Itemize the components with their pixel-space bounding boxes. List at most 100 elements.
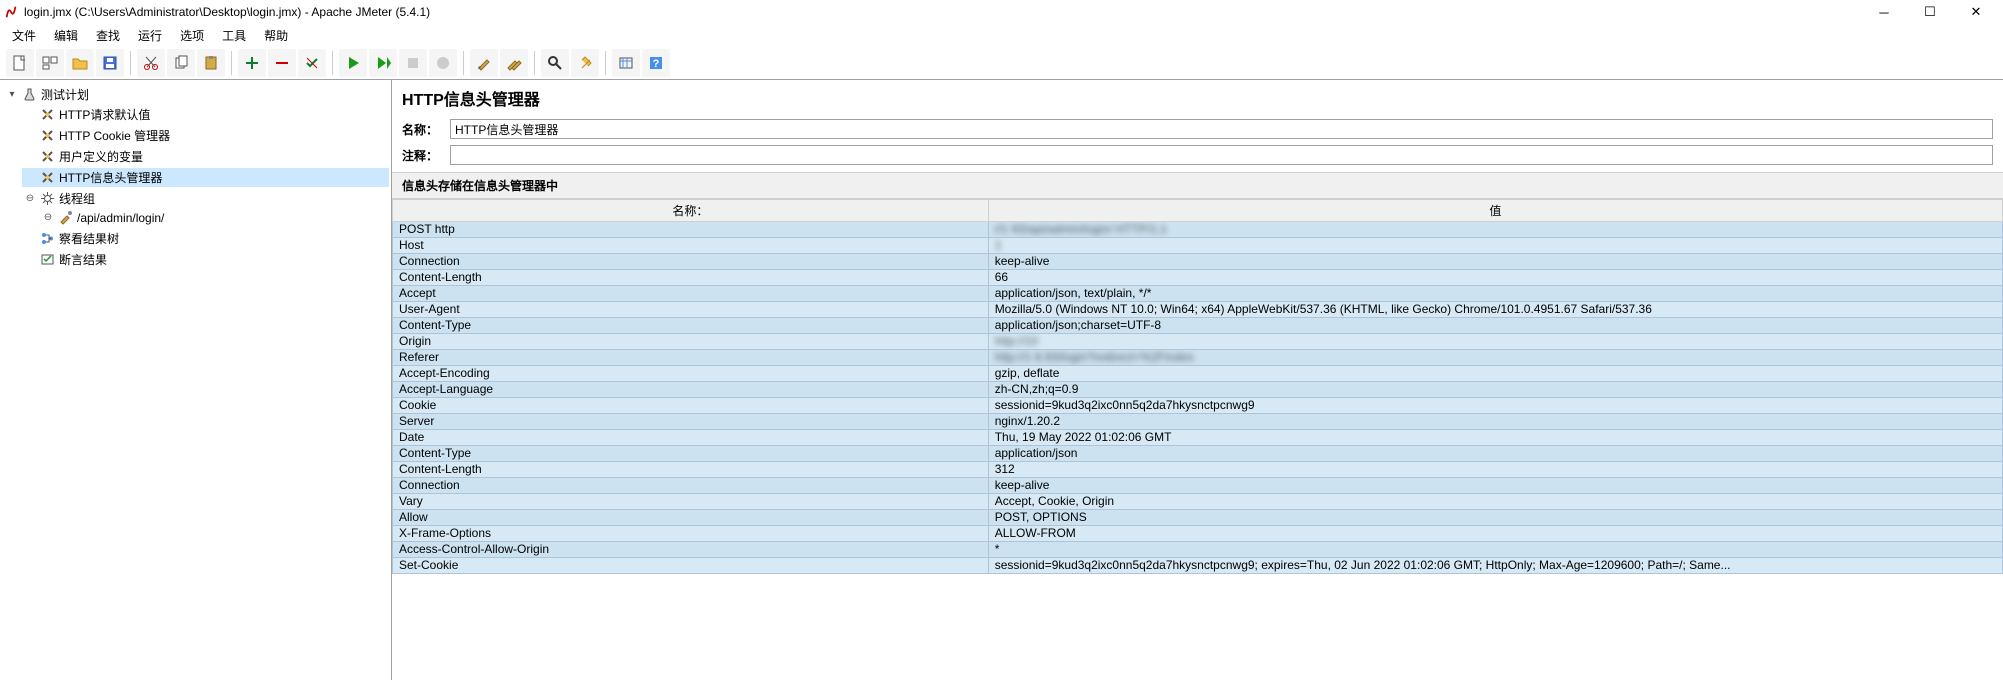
maximize-button[interactable]: ☐ — [1907, 0, 1953, 24]
cell-value[interactable]: keep-alive — [988, 478, 2002, 494]
cell-value[interactable]: 1 — [988, 238, 2002, 254]
clear-all-button[interactable] — [500, 49, 528, 77]
tree-root[interactable]: ▾测试计划 — [4, 85, 389, 104]
menu-运行[interactable]: 运行 — [130, 25, 170, 46]
cell-value[interactable]: 66 — [988, 270, 2002, 286]
table-row[interactable]: User-AgentMozilla/5.0 (Windows NT 10.0; … — [393, 302, 2003, 318]
cell-name[interactable]: User-Agent — [393, 302, 989, 318]
table-row[interactable]: Content-Typeapplication/json — [393, 446, 2003, 462]
templates-button[interactable] — [36, 49, 64, 77]
cell-name[interactable]: Connection — [393, 254, 989, 270]
menu-查找[interactable]: 查找 — [88, 25, 128, 46]
table-row[interactable]: Host1 — [393, 238, 2003, 254]
cell-name[interactable]: X-Frame-Options — [393, 526, 989, 542]
start-button[interactable] — [339, 49, 367, 77]
tree-item[interactable]: ⊖线程组 — [22, 189, 389, 208]
cell-value[interactable]: application/json;charset=UTF-8 — [988, 318, 2002, 334]
cell-value[interactable]: application/json — [988, 446, 2002, 462]
cell-name[interactable]: Origin — [393, 334, 989, 350]
table-row[interactable]: DateThu, 19 May 2022 01:02:06 GMT — [393, 430, 2003, 446]
stop-button[interactable] — [399, 49, 427, 77]
table-row[interactable]: Connectionkeep-alive — [393, 254, 2003, 270]
save-button[interactable] — [96, 49, 124, 77]
table-row[interactable]: Cookiesessionid=9kud3q2ixc0nn5q2da7hkysn… — [393, 398, 2003, 414]
expand-button[interactable] — [238, 49, 266, 77]
cell-name[interactable]: Accept — [393, 286, 989, 302]
collapse-button[interactable] — [268, 49, 296, 77]
table-row[interactable]: Access-Control-Allow-Origin* — [393, 542, 2003, 558]
cell-name[interactable]: Content-Length — [393, 270, 989, 286]
headers-table[interactable]: 名称： 值 POST http//1 93/api/admin/login/ H… — [392, 199, 2003, 574]
tree-twisty[interactable]: ⊖ — [24, 193, 36, 204]
cell-name[interactable]: Accept-Encoding — [393, 366, 989, 382]
cell-name[interactable]: Allow — [393, 510, 989, 526]
tree-item[interactable]: 断言结果 — [22, 250, 389, 269]
tree-item[interactable]: 察看结果树 — [22, 229, 389, 248]
col-name[interactable]: 名称： — [393, 200, 989, 222]
cell-name[interactable]: Vary — [393, 494, 989, 510]
minimize-button[interactable]: ─ — [1861, 0, 1907, 24]
open-button[interactable] — [66, 49, 94, 77]
menu-文件[interactable]: 文件 — [4, 25, 44, 46]
cell-value[interactable]: http://10 — [988, 334, 2002, 350]
col-value[interactable]: 值 — [988, 200, 2002, 222]
table-row[interactable]: X-Frame-OptionsALLOW-FROM — [393, 526, 2003, 542]
tree-item[interactable]: HTTP请求默认值 — [22, 105, 389, 124]
menu-帮助[interactable]: 帮助 — [256, 25, 296, 46]
function-helper-button[interactable] — [612, 49, 640, 77]
cut-button[interactable] — [137, 49, 165, 77]
cell-value[interactable]: http://1 6.93/login?redirect=%2Findex — [988, 350, 2002, 366]
search-button[interactable] — [541, 49, 569, 77]
tree-item[interactable]: HTTP信息头管理器 — [22, 168, 389, 187]
cell-value[interactable]: nginx/1.20.2 — [988, 414, 2002, 430]
cell-value[interactable]: zh-CN,zh;q=0.9 — [988, 382, 2002, 398]
cell-name[interactable]: Connection — [393, 478, 989, 494]
menu-工具[interactable]: 工具 — [214, 25, 254, 46]
table-row[interactable]: Accept-Languagezh-CN,zh;q=0.9 — [393, 382, 2003, 398]
cell-name[interactable]: POST http — [393, 222, 989, 238]
cell-name[interactable]: Server — [393, 414, 989, 430]
new-button[interactable] — [6, 49, 34, 77]
copy-button[interactable] — [167, 49, 195, 77]
cell-value[interactable]: application/json, text/plain, */* — [988, 286, 2002, 302]
cell-name[interactable]: Accept-Language — [393, 382, 989, 398]
help-button[interactable]: ? — [642, 49, 670, 77]
cell-value[interactable]: * — [988, 542, 2002, 558]
tree-item[interactable]: 用户定义的变量 — [22, 147, 389, 166]
table-row[interactable]: AllowPOST, OPTIONS — [393, 510, 2003, 526]
table-row[interactable]: Servernginx/1.20.2 — [393, 414, 2003, 430]
shutdown-button[interactable] — [429, 49, 457, 77]
table-row[interactable]: Set-Cookiesessionid=9kud3q2ixc0nn5q2da7h… — [393, 558, 2003, 574]
menu-选项[interactable]: 选项 — [172, 25, 212, 46]
table-row[interactable]: Content-Length312 — [393, 462, 2003, 478]
cell-value[interactable]: Accept, Cookie, Origin — [988, 494, 2002, 510]
cell-value[interactable]: keep-alive — [988, 254, 2002, 270]
cell-value[interactable]: POST, OPTIONS — [988, 510, 2002, 526]
cell-name[interactable]: Host — [393, 238, 989, 254]
table-row[interactable]: Originhttp://10 — [393, 334, 2003, 350]
cell-name[interactable]: Referer — [393, 350, 989, 366]
cell-value[interactable]: //1 93/api/admin/login/ HTTP/1.1 — [988, 222, 2002, 238]
cell-name[interactable]: Set-Cookie — [393, 558, 989, 574]
table-row[interactable]: Content-Length66 — [393, 270, 2003, 286]
cell-name[interactable]: Content-Type — [393, 446, 989, 462]
toggle-button[interactable] — [298, 49, 326, 77]
cell-name[interactable]: Content-Length — [393, 462, 989, 478]
cell-value[interactable]: 312 — [988, 462, 2002, 478]
start-no-timers-button[interactable] — [369, 49, 397, 77]
cell-value[interactable]: Thu, 19 May 2022 01:02:06 GMT — [988, 430, 2002, 446]
menu-编辑[interactable]: 编辑 — [46, 25, 86, 46]
table-row[interactable]: POST http//1 93/api/admin/login/ HTTP/1.… — [393, 222, 2003, 238]
table-row[interactable]: VaryAccept, Cookie, Origin — [393, 494, 2003, 510]
cell-value[interactable]: ALLOW-FROM — [988, 526, 2002, 542]
table-row[interactable]: Connectionkeep-alive — [393, 478, 2003, 494]
tree-item[interactable]: ⊖/api/admin/login/ — [40, 209, 389, 226]
cell-name[interactable]: Date — [393, 430, 989, 446]
reset-search-button[interactable] — [571, 49, 599, 77]
cell-name[interactable]: Content-Type — [393, 318, 989, 334]
cell-name[interactable]: Access-Control-Allow-Origin — [393, 542, 989, 558]
table-row[interactable]: Acceptapplication/json, text/plain, */* — [393, 286, 2003, 302]
tree-item[interactable]: HTTP Cookie 管理器 — [22, 126, 389, 145]
paste-button[interactable] — [197, 49, 225, 77]
close-button[interactable]: ✕ — [1953, 0, 1999, 24]
